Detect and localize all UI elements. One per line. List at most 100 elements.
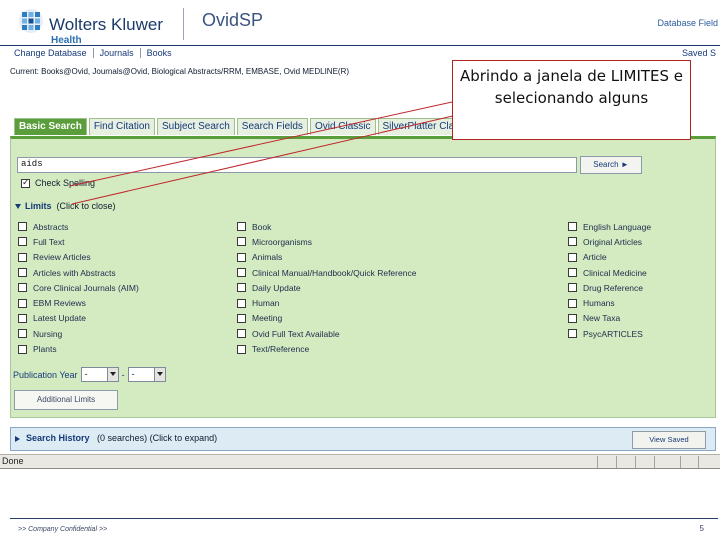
limit-option[interactable]: Ovid Full Text Available: [237, 326, 416, 341]
limit-label: Abstracts: [33, 221, 69, 232]
current-databases: Current: Books@Ovid, Journals@Ovid, Biol…: [10, 67, 350, 76]
limit-checkbox[interactable]: [568, 298, 577, 308]
limit-option[interactable]: Human: [237, 295, 416, 310]
limit-option[interactable]: Book: [237, 219, 416, 234]
limit-checkbox[interactable]: [18, 222, 27, 232]
limit-label: Core Clinical Journals (AIM): [33, 282, 139, 293]
brand-name: Wolters Kluwer: [49, 15, 163, 34]
tab-basic-search[interactable]: Basic Search: [14, 118, 87, 135]
limit-checkbox[interactable]: [237, 283, 246, 293]
limit-checkbox[interactable]: [237, 222, 246, 232]
limit-checkbox[interactable]: [568, 329, 577, 339]
check-spelling-label: Check Spelling: [35, 178, 96, 188]
books-link[interactable]: Books: [141, 48, 178, 58]
limit-option[interactable]: Articles with Abstracts: [18, 265, 139, 280]
limits-column-2: Book Microorganisms Animals Clinical Manual…: [237, 219, 416, 357]
limit-option[interactable]: Original Articles: [568, 234, 651, 249]
limit-checkbox[interactable]: [237, 344, 246, 354]
limit-checkbox[interactable]: [237, 329, 246, 339]
limit-option[interactable]: Review Articles: [18, 250, 139, 265]
limit-option[interactable]: PsycARTICLES: [568, 326, 651, 341]
search-button[interactable]: Search ►: [580, 156, 642, 174]
limit-checkbox[interactable]: [18, 283, 27, 293]
limit-label: Meeting: [252, 313, 283, 324]
limit-checkbox[interactable]: [568, 252, 577, 262]
limit-label: Article: [583, 252, 607, 263]
limits-column-1: Abstracts Full Text Review Articles Article…: [18, 219, 139, 357]
limit-option[interactable]: Clinical Medicine: [568, 265, 651, 280]
product-name: OvidSP: [202, 10, 264, 30]
limit-checkbox[interactable]: [237, 313, 246, 323]
limit-option[interactable]: Drug Reference: [568, 280, 651, 295]
limit-checkbox[interactable]: [18, 344, 27, 354]
limit-checkbox[interactable]: [18, 313, 27, 323]
limit-checkbox[interactable]: [568, 313, 577, 323]
limit-option[interactable]: Humans: [568, 295, 651, 310]
limit-option[interactable]: Abstracts: [18, 219, 139, 234]
limit-label: Humans: [583, 298, 615, 309]
limit-label: Review Articles: [33, 252, 91, 263]
additional-limits-button[interactable]: Additional Limits: [14, 390, 118, 410]
limit-label: English Language: [583, 221, 652, 232]
publication-year-from-select[interactable]: -: [80, 367, 119, 382]
limit-checkbox[interactable]: [237, 268, 246, 278]
limit-checkbox[interactable]: [18, 237, 27, 247]
status-divider: [680, 456, 681, 468]
limit-option[interactable]: English Language: [568, 219, 651, 234]
status-divider: [698, 456, 699, 468]
limit-option[interactable]: Plants: [18, 341, 139, 356]
search-history-toggle[interactable]: Search History (0 searches) (Click to ex…: [15, 433, 217, 443]
limit-checkbox[interactable]: [237, 298, 246, 308]
limit-option[interactable]: Animals: [237, 250, 416, 265]
limit-option[interactable]: Meeting: [237, 311, 416, 326]
tab-ovid-classic[interactable]: Ovid Classic: [309, 118, 376, 135]
page-number: 5: [699, 524, 704, 533]
journals-link[interactable]: Journals: [94, 48, 141, 58]
limit-checkbox[interactable]: [18, 329, 27, 339]
limit-option[interactable]: Nursing: [18, 326, 139, 341]
limit-checkbox[interactable]: [237, 237, 246, 247]
check-spelling-option[interactable]: Check Spelling: [21, 177, 96, 188]
tab-subject-search[interactable]: Subject Search: [156, 118, 235, 135]
limit-option[interactable]: Core Clinical Journals (AIM): [18, 280, 139, 295]
limit-option[interactable]: EBM Reviews: [18, 295, 139, 310]
limit-checkbox[interactable]: [568, 268, 577, 278]
limits-column-3: English Language Original Articles Article…: [568, 219, 651, 341]
limit-checkbox[interactable]: [568, 283, 577, 293]
saved-searches-link[interactable]: Saved S: [682, 48, 716, 58]
limit-checkbox[interactable]: [18, 298, 27, 308]
limit-option[interactable]: Daily Update: [237, 280, 416, 295]
limit-option[interactable]: Clinical Manual/Handbook/Quick Reference: [237, 265, 416, 280]
tab-find-citation[interactable]: Find Citation: [88, 118, 155, 135]
limit-option[interactable]: Full Text: [18, 234, 139, 249]
search-history-bar[interactable]: Search History (0 searches) (Click to ex…: [10, 427, 716, 451]
search-input[interactable]: aids: [17, 157, 577, 173]
limit-checkbox[interactable]: [18, 268, 27, 278]
database-fields-link[interactable]: Database Field: [657, 18, 718, 28]
limit-checkbox[interactable]: [237, 252, 246, 262]
header-rule: [0, 45, 720, 46]
limit-label: Drug Reference: [583, 282, 644, 293]
limit-option[interactable]: Article: [568, 250, 651, 265]
limit-checkbox[interactable]: [18, 252, 27, 262]
limit-label: Daily Update: [252, 282, 301, 293]
limit-label: EBM Reviews: [33, 298, 86, 309]
limits-toggle[interactable]: Limits (Click to close): [15, 201, 116, 211]
change-database-link[interactable]: Change Database: [14, 48, 94, 58]
tab-search-fields[interactable]: Search Fields: [236, 118, 308, 135]
limit-checkbox[interactable]: [568, 237, 577, 247]
limit-option[interactable]: New Taxa: [568, 311, 651, 326]
logo-mark-icon: [19, 9, 43, 33]
status-text: Done: [2, 456, 24, 466]
check-spelling-checkbox[interactable]: [21, 177, 30, 188]
limit-checkbox[interactable]: [568, 222, 577, 232]
limit-option[interactable]: Text/Reference: [237, 341, 416, 356]
publication-year-to-select[interactable]: -: [127, 367, 166, 382]
limits-title: Limits: [25, 201, 52, 211]
limit-option[interactable]: Microorganisms: [237, 234, 416, 249]
limit-label: Nursing: [33, 328, 63, 339]
limit-label: Plants: [33, 344, 57, 355]
top-navigation: Change Database Journals Books: [14, 48, 178, 58]
view-saved-button[interactable]: View Saved: [632, 431, 706, 449]
limit-option[interactable]: Latest Update: [18, 311, 139, 326]
